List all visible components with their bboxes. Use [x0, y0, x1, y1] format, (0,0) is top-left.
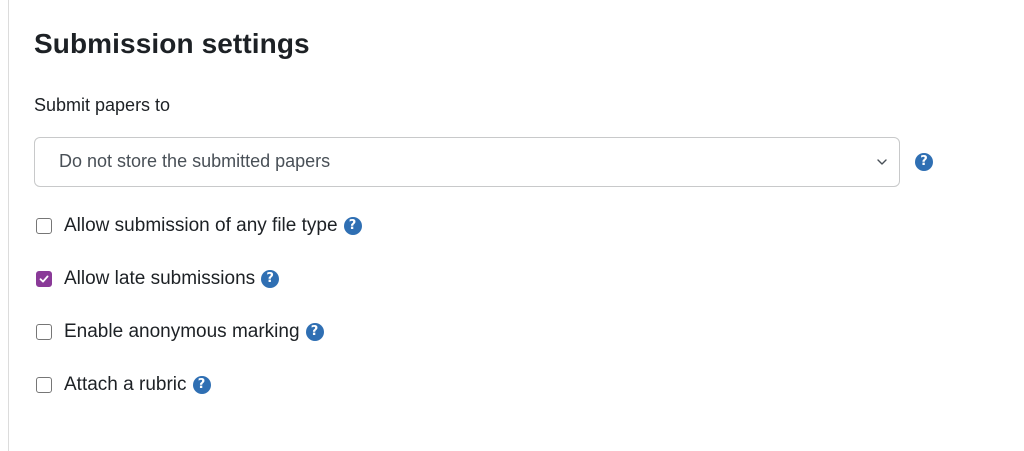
submit-papers-help-icon[interactable]: ? [915, 153, 933, 171]
option-attach-rubric: Attach a rubric ? [36, 373, 211, 397]
submit-papers-select[interactable]: Do not store the submitted papers [34, 137, 900, 187]
option-anonymous-marking: Enable anonymous marking ? [36, 320, 324, 344]
late-submissions-checkbox[interactable] [36, 271, 52, 287]
option-any-file-type: Allow submission of any file type ? [36, 214, 362, 238]
section-heading: Submission settings [34, 28, 310, 59]
chevron-down-icon [877, 159, 887, 165]
late-submissions-label: Allow late submissions [64, 268, 256, 289]
any-file-type-checkbox[interactable] [36, 218, 52, 234]
submit-papers-label: Submit papers to [34, 95, 171, 115]
attach-rubric-help-icon[interactable]: ? [192, 376, 211, 394]
attach-rubric-label: Attach a rubric [64, 374, 187, 395]
option-late-submissions: Allow late submissions ? [36, 267, 280, 291]
anonymous-marking-label: Enable anonymous marking [64, 321, 300, 342]
submit-papers-selected-value: Do not store the submitted papers [59, 151, 331, 171]
panel-left-border [8, 0, 9, 451]
checkmark-icon [39, 275, 49, 283]
anonymous-marking-help-icon[interactable]: ? [305, 323, 324, 341]
late-submissions-help-icon[interactable]: ? [261, 270, 280, 288]
attach-rubric-checkbox[interactable] [36, 377, 52, 393]
any-file-type-help-icon[interactable]: ? [343, 217, 362, 235]
anonymous-marking-checkbox[interactable] [36, 324, 52, 340]
any-file-type-label: Allow submission of any file type [64, 215, 338, 236]
